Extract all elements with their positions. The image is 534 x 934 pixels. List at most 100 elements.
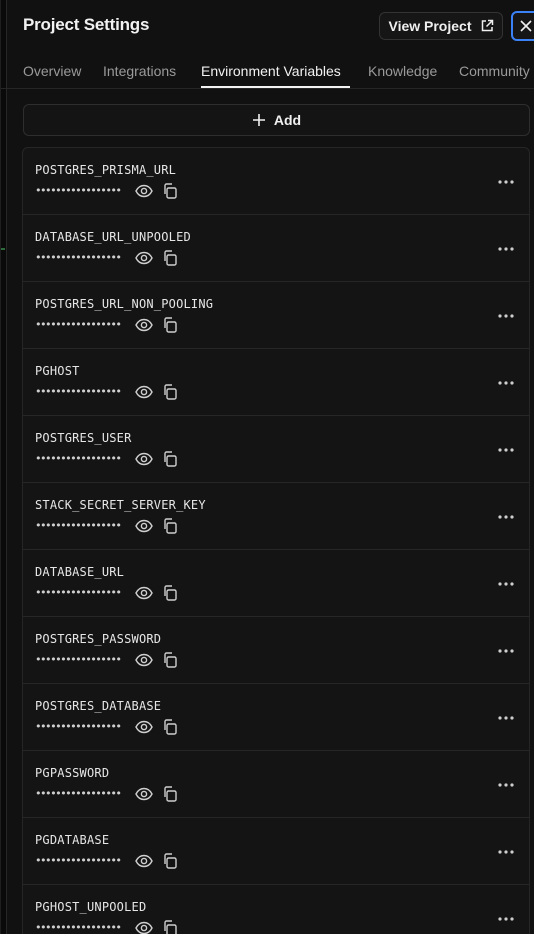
- env-var-row: POSTGRES_DATABASE •••••••••••••••••: [23, 684, 529, 751]
- close-button[interactable]: [511, 11, 534, 41]
- background-editor-edge: [1, 0, 7, 934]
- env-var-row: STACK_SECRET_SERVER_KEY ••••••••••••••••…: [23, 483, 529, 550]
- copy-icon[interactable]: [162, 585, 178, 601]
- copy-icon[interactable]: [162, 317, 178, 333]
- more-horizontal-icon[interactable]: [496, 775, 516, 795]
- eye-icon[interactable]: [135, 653, 153, 667]
- copy-icon[interactable]: [162, 920, 178, 934]
- env-var-name: POSTGRES_URL_NON_POOLING: [35, 297, 214, 311]
- project-settings-panel: Project Settings View Project Overview I…: [0, 0, 534, 934]
- env-var-row: PGHOST_UNPOOLED •••••••••••••••••: [23, 885, 529, 934]
- env-var-masked-value: •••••••••••••••••: [35, 251, 122, 264]
- env-var-masked-value: •••••••••••••••••: [35, 184, 122, 197]
- env-var-row: DATABASE_URL •••••••••••••••••: [23, 550, 529, 617]
- tab-overview[interactable]: Overview: [23, 63, 81, 79]
- env-var-row: POSTGRES_URL_NON_POOLING •••••••••••••••…: [23, 282, 529, 349]
- env-var-masked-value: •••••••••••••••••: [35, 586, 122, 599]
- add-variable-button[interactable]: Add: [23, 104, 530, 136]
- more-dots-glyph: [498, 783, 514, 787]
- eye-icon[interactable]: [135, 318, 153, 332]
- plus-icon: [252, 114, 265, 126]
- more-dots-glyph: [498, 716, 514, 720]
- more-horizontal-icon[interactable]: [496, 574, 516, 594]
- eye-icon[interactable]: [135, 586, 153, 600]
- more-dots-glyph: [498, 850, 514, 854]
- more-horizontal-icon[interactable]: [496, 909, 516, 929]
- more-horizontal-icon[interactable]: [496, 708, 516, 728]
- env-var-name: DATABASE_URL: [35, 565, 125, 579]
- env-var-row: DATABASE_URL_UNPOOLED •••••••••••••••••: [23, 215, 529, 282]
- eye-icon[interactable]: [135, 184, 153, 198]
- eye-icon[interactable]: [135, 385, 153, 399]
- more-dots-glyph: [498, 515, 514, 519]
- eye-icon[interactable]: [135, 921, 153, 934]
- env-var-name: DATABASE_URL_UNPOOLED: [35, 230, 191, 244]
- env-var-row: PGDATABASE •••••••••••••••••: [23, 818, 529, 885]
- view-project-button[interactable]: View Project: [379, 12, 503, 40]
- env-var-row: POSTGRES_PRISMA_URL •••••••••••••••••: [23, 148, 529, 215]
- more-dots-glyph: [498, 649, 514, 653]
- copy-icon[interactable]: [162, 250, 178, 266]
- copy-icon[interactable]: [162, 719, 178, 735]
- eye-icon[interactable]: [135, 519, 153, 533]
- more-horizontal-icon[interactable]: [496, 306, 516, 326]
- more-dots-glyph: [498, 381, 514, 385]
- copy-icon[interactable]: [162, 786, 178, 802]
- copy-icon[interactable]: [162, 451, 178, 467]
- more-dots-glyph: [498, 582, 514, 586]
- tab-environment-variables[interactable]: Environment Variables: [201, 63, 341, 79]
- more-dots-glyph: [498, 448, 514, 452]
- env-var-row: PGHOST •••••••••••••••••: [23, 349, 529, 416]
- env-var-name: POSTGRES_PRISMA_URL: [35, 163, 177, 177]
- env-var-masked-value: •••••••••••••••••: [35, 787, 122, 800]
- more-dots-glyph: [498, 917, 514, 921]
- more-horizontal-icon[interactable]: [496, 373, 516, 393]
- more-dots-glyph: [498, 247, 514, 251]
- more-horizontal-icon[interactable]: [496, 842, 516, 862]
- tab-knowledge[interactable]: Knowledge: [368, 63, 437, 79]
- active-tab-indicator: [201, 86, 350, 88]
- more-horizontal-icon[interactable]: [496, 172, 516, 192]
- editor-marker: [1, 248, 5, 250]
- env-var-masked-value: •••••••••••••••••: [35, 318, 122, 331]
- env-var-masked-value: •••••••••••••••••: [35, 921, 122, 934]
- env-var-masked-value: •••••••••••••••••: [35, 452, 122, 465]
- tab-integrations[interactable]: Integrations: [103, 63, 176, 79]
- eye-icon[interactable]: [135, 452, 153, 466]
- env-var-row: PGPASSWORD •••••••••••••••••: [23, 751, 529, 818]
- env-var-name: STACK_SECRET_SERVER_KEY: [35, 498, 206, 512]
- copy-icon[interactable]: [162, 518, 178, 534]
- tab-community[interactable]: Community: [459, 63, 530, 79]
- env-var-row: POSTGRES_USER •••••••••••••••••: [23, 416, 529, 483]
- settings-tabs: Overview Integrations Environment Variab…: [1, 54, 534, 89]
- env-var-name: PGDATABASE: [35, 833, 110, 847]
- more-horizontal-icon[interactable]: [496, 440, 516, 460]
- view-project-label: View Project: [388, 18, 472, 34]
- external-link-icon: [481, 19, 493, 32]
- more-dots-glyph: [498, 314, 514, 318]
- env-var-masked-value: •••••••••••••••••: [35, 854, 122, 867]
- page-title: Project Settings: [23, 15, 150, 34]
- env-var-name: POSTGRES_USER: [35, 431, 132, 445]
- env-var-name: POSTGRES_DATABASE: [35, 699, 162, 713]
- more-dots-glyph: [498, 180, 514, 184]
- copy-icon[interactable]: [162, 853, 178, 869]
- env-var-masked-value: •••••••••••••••••: [35, 653, 122, 666]
- copy-icon[interactable]: [162, 384, 178, 400]
- copy-icon[interactable]: [162, 183, 178, 199]
- eye-icon[interactable]: [135, 854, 153, 868]
- more-horizontal-icon[interactable]: [496, 641, 516, 661]
- env-var-name: PGHOST: [35, 364, 80, 378]
- env-var-masked-value: •••••••••••••••••: [35, 720, 122, 733]
- more-horizontal-icon[interactable]: [496, 507, 516, 527]
- close-icon: [520, 20, 532, 32]
- eye-icon[interactable]: [135, 787, 153, 801]
- copy-icon[interactable]: [162, 652, 178, 668]
- eye-icon[interactable]: [135, 720, 153, 734]
- env-var-masked-value: •••••••••••••••••: [35, 385, 122, 398]
- add-button-label: Add: [273, 112, 302, 128]
- panel-header: Project Settings View Project: [1, 0, 534, 54]
- eye-icon[interactable]: [135, 251, 153, 265]
- more-horizontal-icon[interactable]: [496, 239, 516, 259]
- environment-variables-list: POSTGRES_PRISMA_URL ••••••••••••••••• DA…: [22, 147, 530, 934]
